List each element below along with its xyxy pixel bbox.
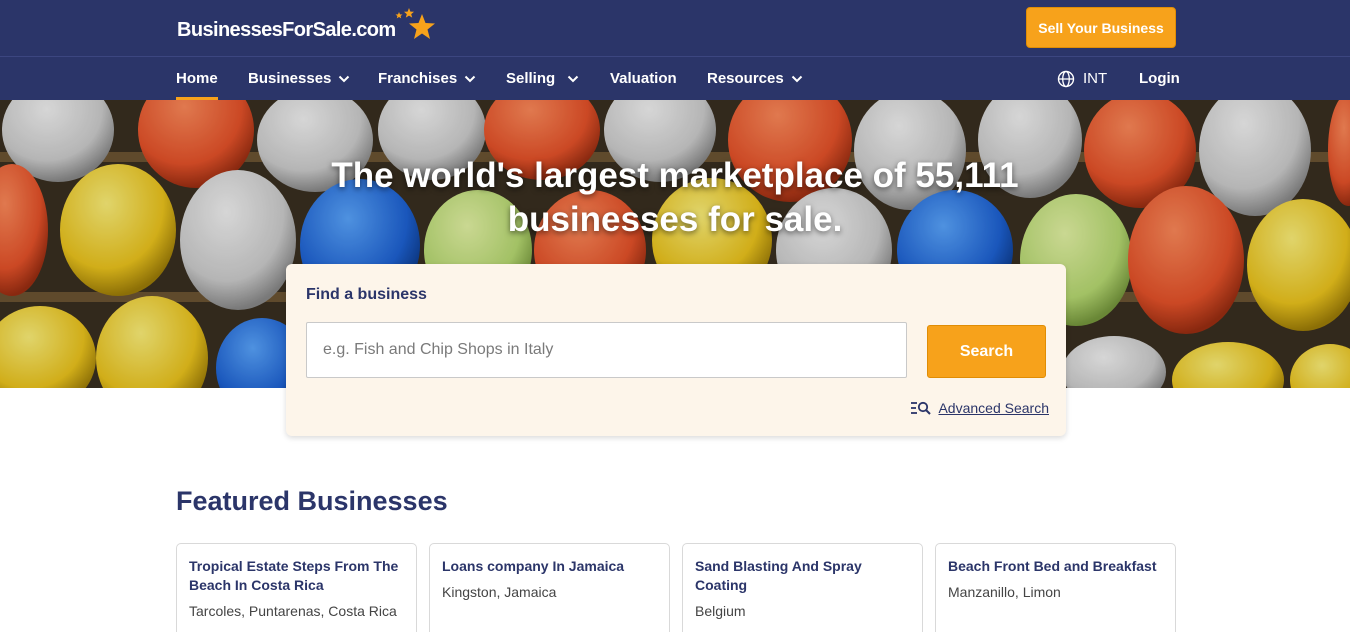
chevron-down-icon — [567, 75, 579, 82]
featured-card[interactable]: Beach Front Bed and Breakfast Manzanillo… — [935, 543, 1176, 632]
star-icon — [392, 8, 438, 48]
nav-item-franchises[interactable]: Franchises — [378, 57, 476, 100]
featured-heading: Featured Businesses — [176, 486, 448, 516]
nav-item-valuation[interactable]: Valuation — [610, 57, 677, 100]
chevron-down-icon — [791, 75, 802, 82]
nav-item-label: Businesses — [248, 70, 332, 87]
search-card: Find a business Search Advanced Search — [286, 264, 1066, 436]
card-location: Belgium — [695, 603, 746, 619]
top-bar: BusinessesForSale.com Sell Your Business — [0, 0, 1350, 56]
globe-icon — [1057, 70, 1075, 87]
search-button[interactable]: Search — [927, 325, 1046, 378]
nav-item-home[interactable]: Home — [176, 57, 218, 100]
card-location: Kingston, Jamaica — [442, 584, 557, 600]
logo-text: BusinessesForSale.com — [177, 18, 396, 41]
card-title[interactable]: Tropical Estate Steps From The Beach In … — [189, 557, 404, 595]
nav-item-label: Resources — [707, 70, 784, 87]
card-title[interactable]: Beach Front Bed and Breakfast — [948, 557, 1163, 576]
advanced-search-link[interactable]: Advanced Search — [911, 400, 1049, 416]
chevron-down-icon — [465, 75, 476, 82]
nav-item-businesses[interactable]: Businesses — [248, 57, 350, 100]
nav-item-resources[interactable]: Resources — [707, 57, 803, 100]
login-label: Login — [1139, 70, 1180, 87]
advanced-search-label: Advanced Search — [938, 400, 1049, 416]
hero-heading: The world's largest marketplace of 55,11… — [0, 154, 1350, 242]
hero-heading-line-2: businesses for sale. — [507, 200, 843, 239]
card-location: Manzanillo, Limon — [948, 584, 1061, 600]
search-input[interactable] — [306, 322, 907, 378]
nav-item-label: Selling — [506, 70, 556, 87]
region-label: INT — [1083, 70, 1108, 87]
find-business-label: Find a business — [306, 286, 427, 303]
chevron-down-icon — [339, 75, 350, 82]
nav-item-label: Home — [176, 70, 218, 87]
nav-item-label: Franchises — [378, 70, 458, 87]
advanced-search-icon — [911, 401, 932, 415]
hero-heading-line-1: The world's largest marketplace of 55,11… — [331, 156, 1019, 195]
nav-item-selling[interactable]: Selling — [506, 57, 579, 100]
card-location: Tarcoles, Puntarenas, Costa Rica — [189, 603, 397, 619]
region-selector[interactable]: INT — [1057, 57, 1107, 100]
featured-card[interactable]: Loans company In Jamaica Kingston, Jamai… — [429, 543, 670, 632]
nav-item-label: Valuation — [610, 70, 677, 87]
sell-your-business-button[interactable]: Sell Your Business — [1026, 7, 1176, 48]
login-link[interactable]: Login — [1139, 57, 1180, 100]
featured-card[interactable]: Tropical Estate Steps From The Beach In … — [176, 543, 417, 632]
site-logo[interactable]: BusinessesForSale.com — [177, 8, 438, 48]
main-nav: Home Businesses Franchises Selling Valua… — [0, 56, 1350, 100]
card-title[interactable]: Sand Blasting And Spray Coating — [695, 557, 910, 595]
featured-card[interactable]: Sand Blasting And Spray Coating Belgium — [682, 543, 923, 632]
card-title[interactable]: Loans company In Jamaica — [442, 557, 657, 576]
